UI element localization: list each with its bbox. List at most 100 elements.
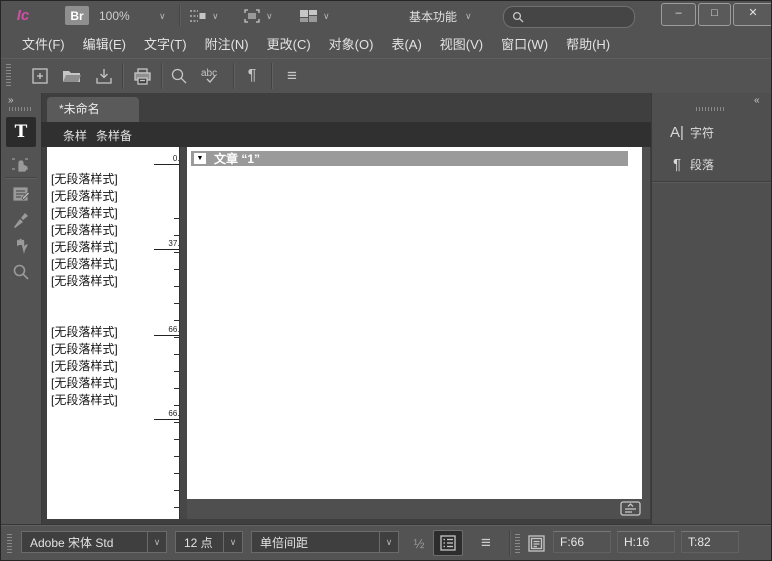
style-row: [无段落样式] [51,272,161,289]
open-document-button[interactable] [59,64,85,88]
copyfit-depth-counter: H:16 [617,531,675,553]
style-row: [无段落样式] [51,357,161,374]
menu-type[interactable]: 文字(T) [135,34,196,53]
menu-notes[interactable]: 附注(N) [196,34,258,53]
zoom-chevron-down-icon[interactable]: ∨ [159,11,166,22]
style-row: [无段落样式] [51,187,161,204]
statusbar-grip-handle[interactable] [7,534,12,554]
style-row: [无段落样式] [51,391,161,408]
bridge-button[interactable]: Br [65,6,89,25]
document-tab[interactable]: *未命名 [47,97,139,122]
font-size-select[interactable]: 12 点 ∨ [175,531,243,553]
view-tabs-bar: 条样 条样备 [41,122,651,147]
character-panel-icon: A| [664,124,690,141]
editor-bottom-strip [187,499,650,519]
show-hidden-characters-button[interactable]: ¶ [239,64,265,88]
app-toolbar: abc ¶ ≡ [1,58,772,94]
leading-value: 单倍间距 [252,534,379,551]
type-tool-button[interactable]: T [6,117,36,147]
find-button[interactable] [166,64,192,88]
panel-item-label: 段落 [690,156,714,173]
view-options-button[interactable]: ∨ [189,6,219,26]
leading-select[interactable]: 单倍间距 ∨ [251,531,399,553]
tools-divider [5,177,37,179]
frame-bounds-icon [243,8,261,24]
statusbar-separator [509,530,511,556]
position-tool-button[interactable] [6,151,36,177]
style-row: [无段落样式] [51,255,161,272]
incopy-logo: Ic [9,4,37,27]
chevron-down-icon: ∨ [154,537,161,548]
menu-edit[interactable]: 编辑(E) [74,34,135,53]
maximize-button[interactable]: □ [698,3,731,26]
tools-grip-handle[interactable] [9,107,33,111]
menu-view[interactable]: 视图(V) [431,34,492,53]
close-button[interactable]: ✕ [733,3,772,26]
style-row: [无段落样式] [51,374,161,391]
overset-indicator-button[interactable] [620,501,641,516]
panel-item-paragraph[interactable]: ¶ 段落 [652,149,772,179]
story-collapse-icon[interactable]: ▼ [194,153,206,164]
tab-galley[interactable]: 条样 [63,127,87,144]
menu-window[interactable]: 窗口(W) [492,34,557,53]
minimize-button[interactable]: – [661,3,696,26]
panel-grip-handle[interactable] [696,107,724,111]
menu-file[interactable]: 文件(F) [13,34,74,53]
expand-panel-icon[interactable]: » [8,95,13,106]
note-icon [12,185,30,203]
menu-object[interactable]: 对象(O) [320,34,383,53]
save-document-button[interactable] [91,64,117,88]
overset-page-icon [620,501,641,516]
vertical-scrollbar[interactable] [642,147,650,499]
right-dock-panel: « A| 字符 ¶ 段落 [651,93,772,525]
copyfit-words-counter: T:82 [681,531,739,553]
new-document-button[interactable] [27,64,53,88]
tab-galley-notes[interactable]: 条样备 [96,127,132,144]
save-icon [95,68,113,85]
print-button[interactable] [129,64,155,88]
search-input[interactable] [528,9,632,25]
toolbar-menu-button[interactable]: ≡ [279,64,305,88]
new-document-icon [31,67,49,85]
style-row: [无段落样式] [51,204,161,221]
menu-help[interactable]: 帮助(H) [557,34,619,53]
galley-info-toggle-button[interactable] [433,530,463,556]
frame-bounds-button[interactable]: ∨ [243,6,273,26]
menu-changes[interactable]: 更改(C) [258,34,320,53]
spellcheck-abc-icon: abc [200,66,222,86]
chevron-down-icon: ∨ [212,11,219,22]
search-icon [512,11,524,23]
paragraph-panel-icon: ¶ [664,156,690,173]
zoom-tool-button[interactable] [6,259,36,285]
story-text-area[interactable]: ▼ 文章 “1” [187,147,642,499]
menu-table[interactable]: 表(A) [382,34,430,53]
note-tool-button[interactable] [6,181,36,207]
statusbar-grip-handle[interactable] [515,534,520,554]
panel-item-label: 字符 [690,124,714,141]
toolbar-separator [233,63,235,89]
copyfit-info-button[interactable] [525,532,547,554]
status-bar: Adobe 宋体 Std ∨ 12 点 ∨ 单倍间距 ∨ ½ ≡ [1,525,772,561]
panel-item-character[interactable]: A| 字符 [652,117,772,147]
workspace-label: 基本功能 [409,8,457,25]
copyfit-info-icon [528,535,545,552]
style-row: [无段落样式] [51,340,161,357]
line-number-toggle-button[interactable]: ½ [409,533,429,553]
open-folder-icon [62,68,82,84]
eyedropper-tool-button[interactable] [6,207,36,233]
search-box[interactable] [503,6,635,28]
story-title: 文章 “1” [214,150,260,167]
style-row: [无段落样式] [51,238,161,255]
style-row: [无段落样式] [51,323,161,340]
spellcheck-button[interactable]: abc [198,64,224,88]
chevron-down-icon: ∨ [323,11,330,22]
screen-mode-button[interactable]: ∨ [299,6,330,26]
collapse-panel-icon[interactable]: « [754,95,759,106]
zoom-level-value[interactable]: 100% [99,9,130,23]
hand-tool-button[interactable] [6,233,36,259]
print-icon [133,68,152,85]
toolbar-grip-handle[interactable] [6,64,11,88]
font-family-select[interactable]: Adobe 宋体 Std ∨ [21,531,167,553]
statusbar-menu-button[interactable]: ≡ [475,532,497,554]
workspace-switcher[interactable]: 基本功能 ∨ [409,8,472,25]
